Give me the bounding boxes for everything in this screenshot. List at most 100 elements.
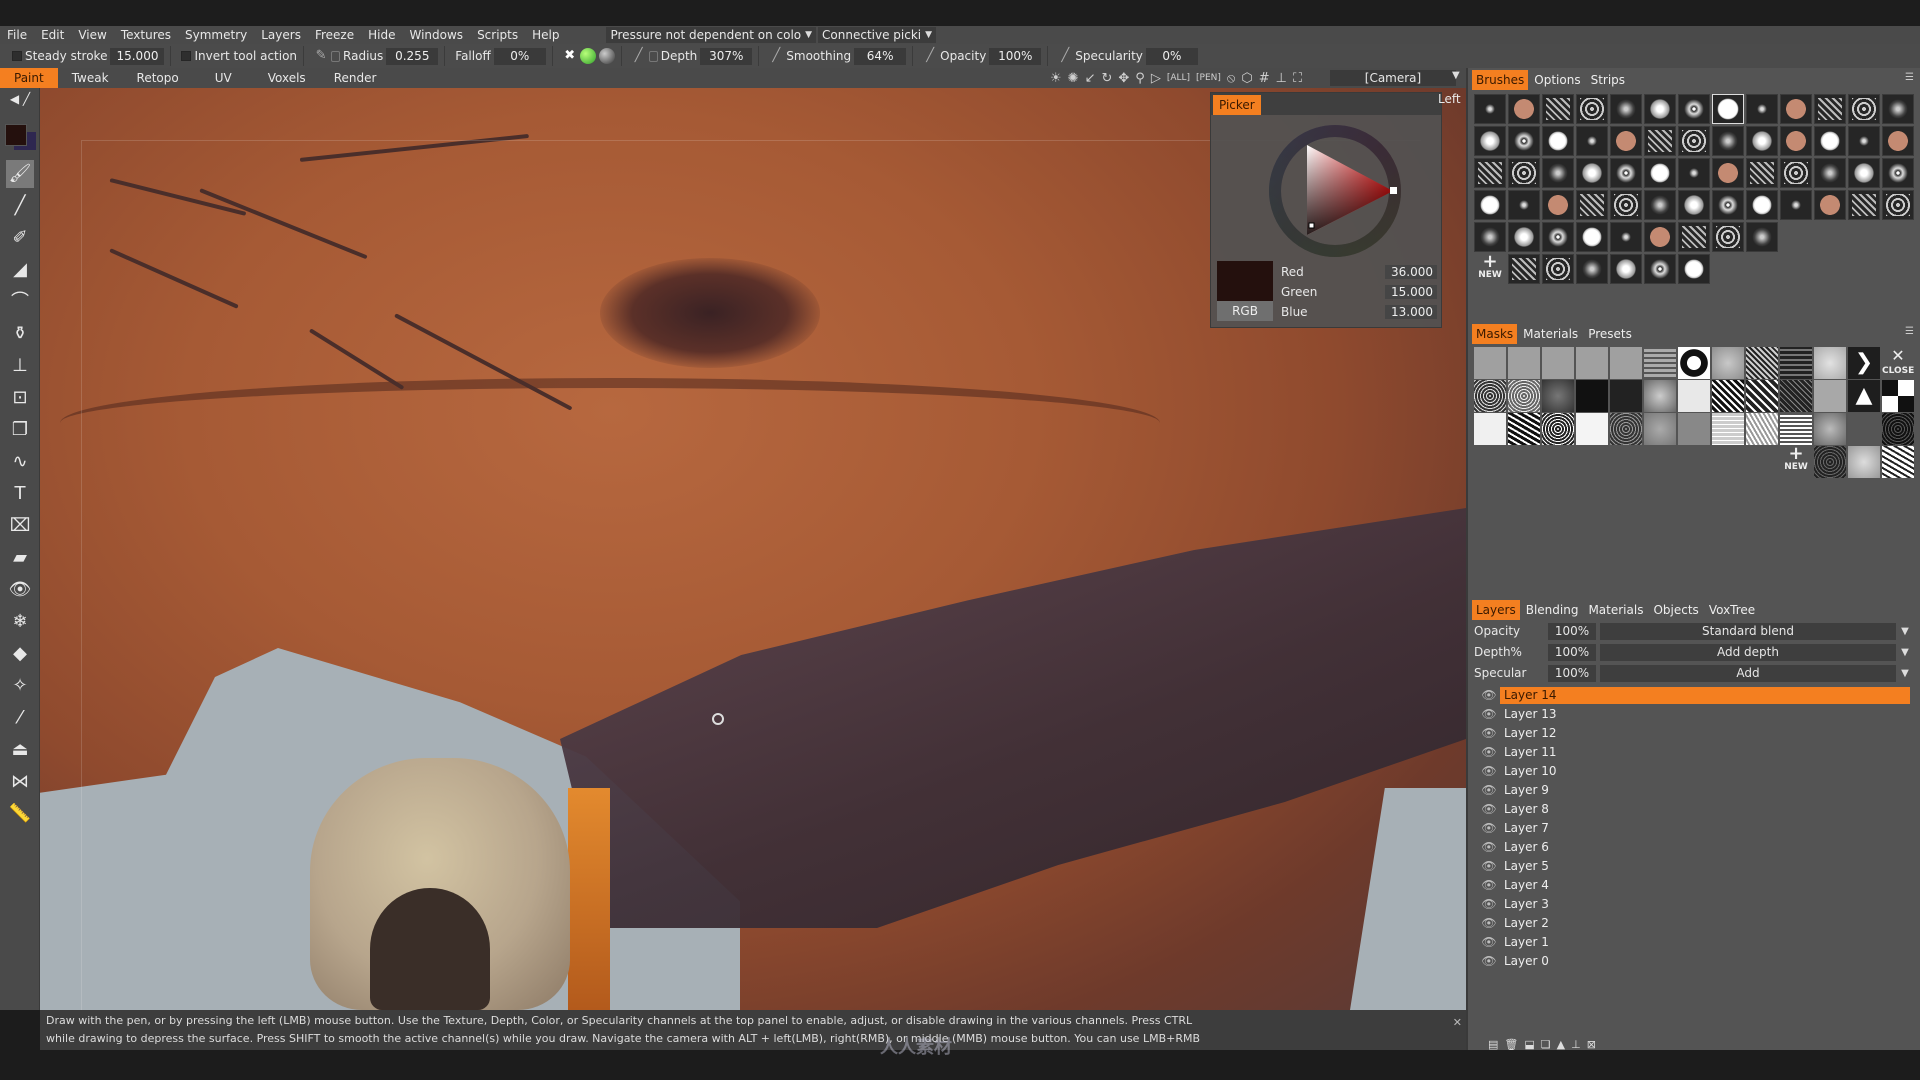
eraser-tool-icon[interactable]: ▰: [6, 544, 34, 572]
brush-thumbnail[interactable]: [1712, 158, 1744, 188]
brush-thumbnail[interactable]: [1508, 190, 1540, 220]
brush-thumbnail[interactable]: [1780, 126, 1812, 156]
mask-thumbnail[interactable]: [1678, 380, 1710, 412]
axis-icon[interactable]: ⊥: [1276, 71, 1287, 86]
visibility-eye-icon[interactable]: 👁: [1478, 821, 1500, 835]
planar-tool-icon[interactable]: ◆: [6, 640, 34, 668]
menu-scripts[interactable]: Scripts: [470, 28, 525, 42]
collapse-arrow-icon[interactable]: ◀ ╱: [6, 88, 34, 110]
rgb-mode-button[interactable]: RGB: [1217, 301, 1273, 321]
new-brush-button[interactable]: + NEW: [1474, 253, 1506, 284]
brush-thumbnail[interactable]: [1848, 94, 1880, 124]
mask-thumbnail[interactable]: [1814, 347, 1846, 379]
eyedropper-icon[interactable]: ⁄: [6, 704, 34, 732]
tab-materials[interactable]: Materials: [1519, 324, 1582, 344]
color-channel-icon[interactable]: [579, 48, 596, 64]
menu-freeze[interactable]: Freeze: [308, 28, 361, 42]
fullscreen-icon[interactable]: ⛶: [1293, 71, 1302, 86]
visibility-eye-icon[interactable]: 👁: [1478, 840, 1500, 854]
layer-name[interactable]: Layer 11: [1500, 744, 1910, 761]
visibility-eye-icon[interactable]: 👁: [1478, 859, 1500, 873]
brush-thumbnail[interactable]: [1542, 126, 1574, 156]
tab-voxtree[interactable]: VoxTree: [1705, 600, 1759, 620]
layer-row[interactable]: 👁 Layer 12: [1478, 724, 1910, 742]
layer-specular-label[interactable]: Specular: [1474, 666, 1548, 680]
mask-thumbnail[interactable]: [1644, 413, 1676, 445]
mask-thumbnail[interactable]: [1508, 347, 1540, 379]
brush-thumbnail[interactable]: [1814, 126, 1846, 156]
color-handle[interactable]: [1308, 222, 1315, 229]
brush-thumbnail[interactable]: [1508, 222, 1540, 252]
menu-symmetry[interactable]: Symmetry: [178, 28, 254, 42]
layer-row[interactable]: 👁 Layer 3: [1478, 895, 1910, 913]
brush-thumbnail[interactable]: [1610, 94, 1642, 124]
mask-thumbnail[interactable]: [1678, 413, 1710, 445]
mask-thumbnail[interactable]: ▲: [1848, 380, 1880, 412]
brush-thumbnail[interactable]: [1542, 254, 1574, 284]
brush-thumbnail[interactable]: [1576, 222, 1608, 252]
brush-thumbnail[interactable]: [1678, 222, 1710, 252]
brush-thumbnail[interactable]: [1644, 94, 1676, 124]
mask-thumbnail[interactable]: [1882, 413, 1914, 445]
move-icon[interactable]: ✥: [1118, 71, 1129, 86]
layer-opacity-label[interactable]: Opacity: [1474, 624, 1548, 638]
light-direction-icon[interactable]: ↙: [1085, 71, 1096, 86]
layer-name[interactable]: Layer 3: [1500, 896, 1910, 913]
falloff-label[interactable]: Falloff: [455, 49, 490, 63]
mask-thumbnail[interactable]: [1882, 380, 1914, 412]
brush-thumbnail[interactable]: [1746, 190, 1778, 220]
mask-thumbnail[interactable]: [1644, 347, 1676, 379]
specularity-label[interactable]: Specularity: [1075, 49, 1143, 63]
brush-thumbnail[interactable]: [1576, 190, 1608, 220]
tab-options[interactable]: Options: [1530, 70, 1584, 90]
brush-thumbnail[interactable]: [1712, 190, 1744, 220]
layer-row[interactable]: 👁 Layer 6: [1478, 838, 1910, 856]
brush-thumbnail[interactable]: [1780, 190, 1812, 220]
tab-paint[interactable]: Paint: [0, 68, 58, 88]
hue-handle[interactable]: [1390, 187, 1397, 194]
layer-name[interactable]: Layer 12: [1500, 725, 1910, 742]
opacity-label[interactable]: Opacity: [940, 49, 986, 63]
brush-thumbnail[interactable]: [1508, 158, 1540, 188]
brush-thumbnail[interactable]: [1508, 94, 1540, 124]
layer-row[interactable]: 👁 Layer 2: [1478, 914, 1910, 932]
brush-thumbnail[interactable]: [1542, 222, 1574, 252]
gradient-brush-icon[interactable]: ◢: [6, 256, 34, 284]
mask-thumbnail[interactable]: [1882, 446, 1914, 478]
mask-thumbnail[interactable]: [1542, 413, 1574, 445]
mask-thumbnail[interactable]: [1542, 380, 1574, 412]
tab-retopo[interactable]: Retopo: [123, 68, 193, 88]
depth-pen-icon[interactable]: ╱: [632, 49, 646, 63]
menu-file[interactable]: File: [0, 28, 34, 42]
smudge-tool-icon[interactable]: ⌒: [6, 288, 34, 316]
cube-view-icon[interactable]: ⬡: [1241, 71, 1252, 86]
play-icon[interactable]: ▷: [1151, 71, 1161, 86]
layer-name[interactable]: Layer 8: [1500, 801, 1910, 818]
layer-depth-label[interactable]: Depth%: [1474, 645, 1548, 659]
brush-thumbnail[interactable]: [1678, 254, 1710, 284]
lock-icon[interactable]: [331, 50, 341, 62]
mask-thumbnail[interactable]: ❯: [1848, 347, 1880, 379]
brush-thumbnail[interactable]: [1848, 158, 1880, 188]
tab-layer-materials[interactable]: Materials: [1584, 600, 1647, 620]
brush-thumbnail[interactable]: [1882, 158, 1914, 188]
invert-tool-checkbox[interactable]: [181, 51, 192, 61]
stamp-tool-icon[interactable]: ⊥: [6, 352, 34, 380]
mask-thumbnail[interactable]: [1474, 347, 1506, 379]
tab-tweak[interactable]: Tweak: [58, 68, 123, 88]
copy-tool-icon[interactable]: ❐: [6, 416, 34, 444]
layer-opacity-blend-select[interactable]: Standard blend: [1600, 622, 1896, 640]
blue-label[interactable]: Blue: [1281, 305, 1308, 319]
mask-thumbnail[interactable]: [1610, 347, 1642, 379]
brush-thumbnail[interactable]: [1508, 126, 1540, 156]
fill-tool-icon[interactable]: ⚱: [6, 320, 34, 348]
close-icon[interactable]: ✕: [1453, 1014, 1462, 1032]
visibility-eye-icon[interactable]: 👁: [1478, 935, 1500, 949]
mask-thumbnail[interactable]: [1814, 413, 1846, 445]
green-label[interactable]: Green: [1281, 285, 1317, 299]
tab-presets[interactable]: Presets: [1584, 324, 1636, 344]
mask-thumbnail[interactable]: [1576, 413, 1608, 445]
grid-icon[interactable]: #: [1259, 71, 1270, 86]
layer-row[interactable]: 👁 Layer 11: [1478, 743, 1910, 761]
red-value[interactable]: 36.000: [1385, 265, 1437, 279]
